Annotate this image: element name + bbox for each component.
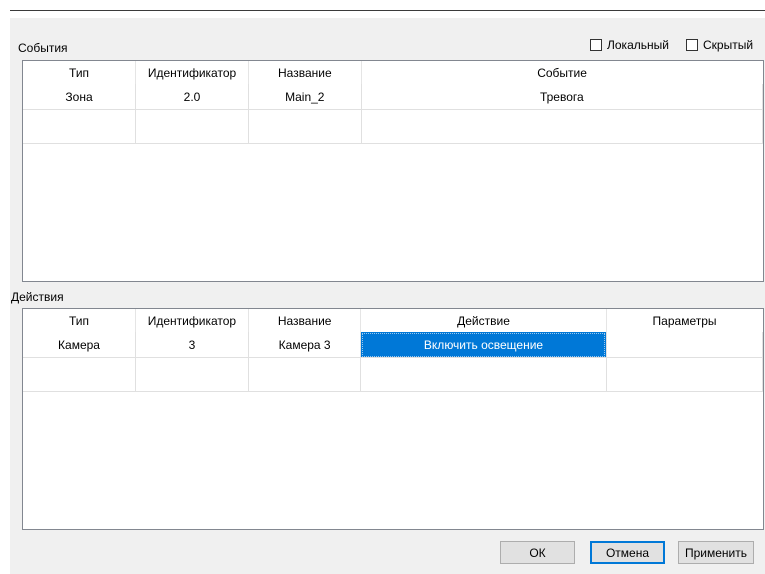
events-cell-event[interactable] — [361, 109, 763, 144]
actions-cell-id[interactable] — [135, 357, 249, 392]
events-cell-id[interactable] — [135, 109, 249, 144]
titlebar-border — [10, 10, 765, 11]
hidden-checkbox-box[interactable] — [686, 39, 698, 51]
actions-cell-action[interactable] — [360, 357, 607, 392]
actions-cell-action-selected[interactable]: Включить освещение — [360, 332, 607, 358]
actions-section-label: Действия — [11, 290, 64, 304]
actions-cell-params[interactable] — [606, 332, 763, 358]
actions-row[interactable]: Камера 3 Камера 3 Включить освещение — [23, 332, 763, 358]
actions-col-id[interactable]: Идентификатор — [135, 309, 249, 332]
dialog-body: События Локальный Скрытый Тип Идентифика… — [10, 18, 765, 574]
hidden-checkbox-label: Скрытый — [703, 38, 754, 52]
events-col-event[interactable]: Событие — [361, 61, 762, 84]
actions-grid: Тип Идентификатор Название Действие Пара… — [23, 309, 763, 392]
events-col-type[interactable]: Тип — [23, 61, 137, 84]
actions-col-name[interactable]: Название — [248, 309, 362, 332]
events-cell-id[interactable]: 2.0 — [135, 84, 249, 110]
events-section-label: События — [18, 41, 68, 55]
events-cell-type[interactable]: Зона — [23, 84, 137, 110]
local-checkbox-box[interactable] — [590, 39, 602, 51]
window-edge — [0, 18, 10, 574]
events-cell-name[interactable] — [248, 109, 362, 144]
actions-col-type[interactable]: Тип — [23, 309, 137, 332]
events-table[interactable]: Тип Идентификатор Название Событие Зона … — [22, 60, 764, 282]
events-col-name[interactable]: Название — [248, 61, 362, 84]
cancel-button[interactable]: Отмена — [590, 541, 665, 564]
actions-cell-params[interactable] — [606, 357, 763, 392]
titlebar-strip — [0, 0, 765, 18]
actions-cell-type[interactable]: Камера — [23, 332, 137, 358]
events-row-empty[interactable] — [23, 109, 763, 144]
events-col-id[interactable]: Идентификатор — [135, 61, 249, 84]
events-cell-event[interactable]: Тревога — [361, 84, 763, 110]
actions-header-row: Тип Идентификатор Название Действие Пара… — [23, 309, 763, 332]
events-grid: Тип Идентификатор Название Событие Зона … — [23, 61, 763, 144]
actions-cell-name[interactable] — [248, 357, 362, 392]
events-header-row: Тип Идентификатор Название Событие — [23, 61, 763, 84]
events-row[interactable]: Зона 2.0 Main_2 Тревога — [23, 84, 763, 110]
actions-cell-name[interactable]: Камера 3 — [248, 332, 362, 358]
actions-row-empty[interactable] — [23, 357, 763, 392]
local-checkbox-label: Локальный — [607, 38, 669, 52]
ok-button[interactable]: ОК — [500, 541, 575, 564]
actions-col-action[interactable]: Действие — [360, 309, 607, 332]
events-cell-type[interactable] — [23, 109, 137, 144]
events-cell-name[interactable]: Main_2 — [248, 84, 362, 110]
actions-cell-type[interactable] — [23, 357, 137, 392]
actions-col-params[interactable]: Параметры — [606, 309, 762, 332]
actions-table[interactable]: Тип Идентификатор Название Действие Пара… — [22, 308, 764, 530]
apply-button[interactable]: Применить — [678, 541, 754, 564]
hidden-checkbox[interactable]: Скрытый — [686, 38, 753, 52]
local-checkbox[interactable]: Локальный — [590, 38, 669, 52]
actions-cell-id[interactable]: 3 — [135, 332, 249, 358]
